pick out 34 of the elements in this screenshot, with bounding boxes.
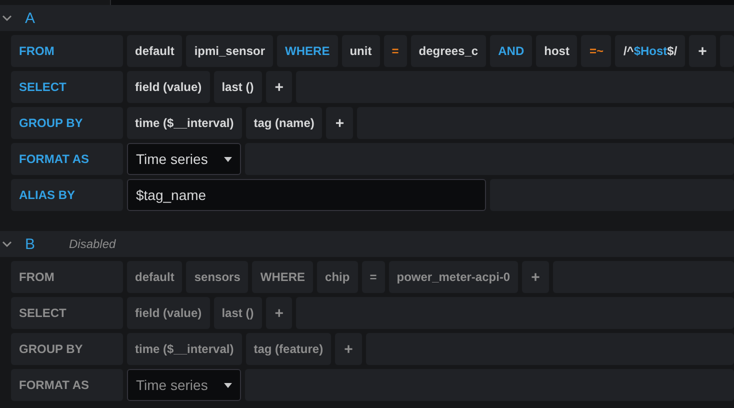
query-segment[interactable]: tag (name) — [246, 107, 322, 139]
query-segment[interactable]: degrees_c — [410, 35, 486, 67]
disabled-label: Disabled — [69, 237, 116, 251]
add-button[interactable]: + — [689, 35, 716, 67]
row-label: FROM — [11, 35, 123, 67]
query-segment[interactable]: unit — [342, 35, 380, 67]
query-segment[interactable]: ipmi_sensor — [186, 35, 274, 67]
query-segment[interactable]: host — [536, 35, 578, 67]
query-letter[interactable]: A — [25, 10, 45, 26]
add-button[interactable]: + — [326, 107, 354, 139]
query-segment[interactable]: time ($__interval) — [127, 107, 242, 139]
operator-segment[interactable]: =~ — [581, 35, 612, 67]
row-label: GROUP BY — [11, 107, 123, 139]
row-label: FROM — [11, 261, 123, 293]
format-dropdown[interactable]: Time series — [127, 143, 241, 175]
keyword-segment[interactable]: WHERE — [277, 35, 338, 67]
value-segment[interactable]: /^$Host$/ — [615, 35, 686, 67]
row-label: SELECT — [11, 71, 123, 103]
keyword-segment[interactable]: AND — [490, 35, 532, 67]
row-label: SELECT — [11, 297, 123, 329]
query-segment[interactable]: last () — [214, 71, 262, 103]
operator-segment[interactable]: = — [384, 35, 407, 67]
add-button[interactable]: + — [266, 71, 292, 103]
row-label: FORMAT AS — [11, 143, 123, 175]
row-label: ALIAS BY — [11, 179, 123, 211]
chevron-down-icon — [2, 240, 12, 248]
row-label: GROUP BY — [11, 333, 123, 365]
query-segment[interactable]: field (value) — [127, 71, 210, 103]
alias-input[interactable]: $tag_name — [127, 179, 486, 211]
query-segment[interactable]: default — [127, 35, 182, 67]
chevron-down-icon — [2, 14, 12, 22]
caret-down-icon — [224, 382, 232, 388]
caret-down-icon — [224, 156, 232, 162]
row-label: FORMAT AS — [11, 369, 123, 401]
